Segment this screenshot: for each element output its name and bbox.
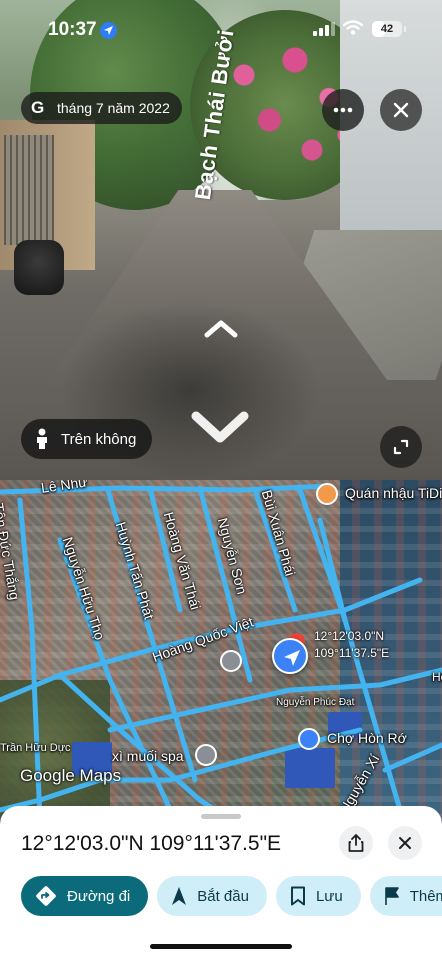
screen: Bạch Thái Bưởi G tháng 7 năm 2022 Trên k… (0, 0, 442, 960)
save-label: Lưu (315, 887, 343, 905)
metal-gate (4, 135, 54, 245)
street-view-panorama[interactable]: Bạch Thái Bưởi G tháng 7 năm 2022 Trên k… (0, 0, 442, 480)
street-view-location-pin[interactable] (272, 638, 308, 674)
capture-date-pill[interactable]: G tháng 7 năm 2022 (21, 92, 182, 124)
person-icon (37, 428, 47, 449)
start-button[interactable]: Bắt đầu (157, 876, 267, 916)
home-indicator[interactable] (150, 944, 292, 949)
chevron-down-icon[interactable] (190, 408, 250, 453)
place-bottom-sheet[interactable]: 12°12'03.0"N 109°11'37.5"E Đường đi Bắt (0, 806, 442, 960)
capture-date: tháng 7 năm 2022 (57, 100, 170, 116)
expand-icon (393, 439, 409, 455)
google-g-icon: G (31, 98, 45, 117)
directions-label: Đường đi (67, 887, 131, 905)
pin-coordinates-label: 12°12'03.0"N 109°11'37.5"E (314, 628, 389, 662)
more-options-button[interactable] (322, 89, 364, 131)
google-maps-attribution: Google Maps (20, 766, 122, 785)
restaurant-pin-icon[interactable] (316, 483, 338, 505)
status-time: 10:37 (48, 19, 97, 40)
coordinates-title: 12°12'03.0"N 109°11'37.5"E (21, 832, 282, 855)
expand-button[interactable] (380, 426, 422, 468)
flag-icon (384, 886, 400, 906)
bookmark-icon (290, 886, 306, 906)
battery-percent: 42 (380, 23, 394, 35)
poi-label-market[interactable]: Chợ Hòn Rớ (327, 730, 407, 746)
start-label: Bắt đầu (197, 887, 249, 905)
aerial-view-label: Trên không (61, 430, 137, 448)
close-street-view-button[interactable] (380, 89, 422, 131)
directions-button[interactable]: Đường đi (21, 876, 149, 916)
place-pin-icon[interactable] (220, 650, 242, 672)
add-label: Thêm (409, 887, 442, 905)
close-button[interactable] (388, 826, 422, 860)
close-icon (399, 837, 411, 849)
navigation-arrow-icon (171, 886, 187, 906)
navigation-arrow-icon (284, 650, 300, 666)
poi-label-restaurant[interactable]: Quán nhậu TiDi (345, 485, 442, 501)
pin-longitude: 109°11'37.5"E (314, 646, 390, 660)
chevron-up-icon[interactable] (204, 318, 238, 343)
motorbike (14, 240, 64, 295)
more-horizontal-icon (333, 107, 353, 113)
sheet-drag-handle[interactable] (201, 814, 241, 819)
close-icon (393, 102, 409, 118)
aerial-view-button[interactable]: Trên không (21, 419, 153, 459)
street-label: Trần Hữu Dực (0, 742, 71, 754)
share-button[interactable] (339, 826, 373, 860)
save-button[interactable]: Lưu (275, 876, 361, 916)
poi-label-land-office[interactable]: Nguyễn Phúc Đạt (276, 697, 354, 708)
spa-pin-icon[interactable] (195, 744, 217, 766)
action-chips: Đường đi Bắt đầu Lưu Thêm (21, 876, 442, 916)
add-button[interactable]: Thêm (369, 876, 442, 916)
battery-icon: 42 (372, 21, 402, 37)
share-icon (348, 834, 364, 852)
market-pin-icon[interactable] (298, 728, 320, 750)
poi-label-spa[interactable]: xì muối spa (112, 748, 184, 764)
cellular-signal-icon (313, 22, 335, 36)
directions-icon (35, 885, 57, 907)
wifi-icon (343, 20, 363, 35)
status-bar: 10:37 42 (0, 0, 442, 60)
poi-label-hon-ro: Hòn Rớ (432, 670, 442, 684)
location-services-icon (100, 22, 117, 39)
pin-latitude: 12°12'03.0"N (314, 629, 385, 643)
